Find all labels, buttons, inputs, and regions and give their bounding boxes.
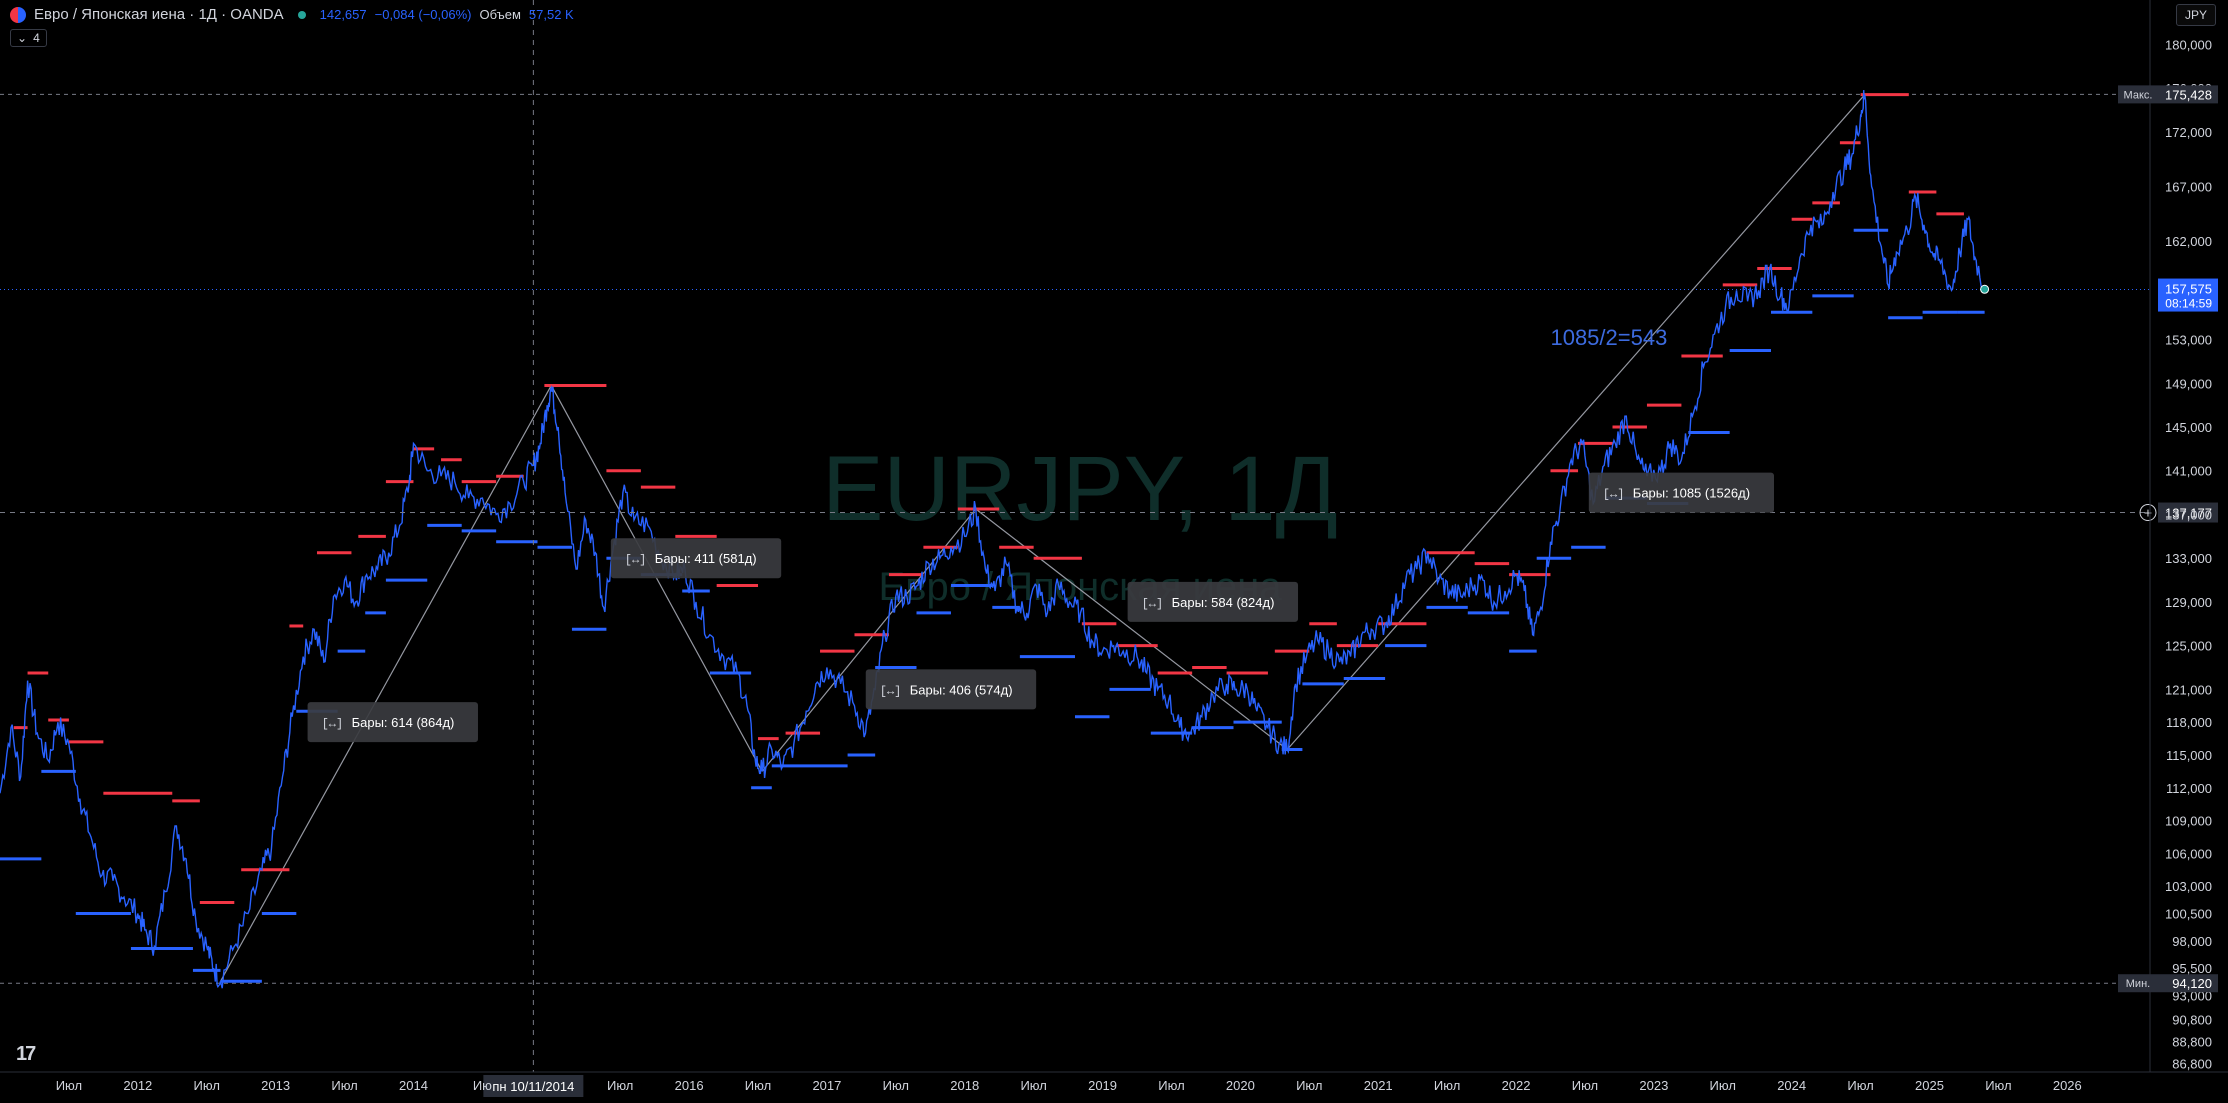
- y-tick-label: 172,000: [2165, 125, 2212, 140]
- x-tick-label: 2016: [675, 1078, 704, 1093]
- y-tick-label: 115,000: [2166, 748, 2212, 763]
- x-tick-label: 2021: [1364, 1078, 1393, 1093]
- measure-icon: [↔]: [322, 717, 344, 731]
- x-tick-label: Июл: [331, 1078, 357, 1093]
- measure-icon: [↔]: [1603, 488, 1625, 502]
- x-tick-label: 2020: [1226, 1078, 1255, 1093]
- x-tick-label: 2017: [812, 1078, 841, 1093]
- flag-icon: [10, 6, 26, 23]
- last-point-dot: [1980, 284, 1990, 294]
- last-price: 142,657: [319, 7, 367, 22]
- y-tick-label: 180,000: [2165, 37, 2212, 52]
- measure-label: Бары: 1085 (1526д): [1633, 486, 1750, 501]
- min-value-label: 94,120: [2172, 976, 2212, 991]
- x-tick-label: 2022: [1502, 1078, 1531, 1093]
- y-tick-label: 98,000: [2172, 934, 2212, 949]
- y-tick-label: 95,500: [2172, 961, 2212, 976]
- min-tag-label: Мин.: [2126, 978, 2150, 990]
- measure-icon: [↔]: [1142, 597, 1164, 611]
- y-tick-label: 133,000: [2165, 551, 2212, 566]
- symbol-header: Евро / Японская иена · 1Д · OANDA 142,65…: [10, 6, 574, 23]
- x-tick-label: 2013: [261, 1078, 290, 1093]
- volume-label: Объем: [479, 7, 521, 22]
- measure-label: Бары: 411 (581д): [655, 551, 757, 566]
- measure-label: Бары: 406 (574д): [910, 682, 1013, 697]
- volume-value: 57,52 K: [528, 7, 574, 22]
- x-tick-label: Июл: [607, 1078, 633, 1093]
- x-tick-label: Июл: [1296, 1078, 1322, 1093]
- x-tick-label: Июл: [745, 1078, 771, 1093]
- y-tick-label: 145,000: [2165, 420, 2212, 435]
- x-tick-label: 2026: [2053, 1078, 2082, 1093]
- y-tick-label: 162,000: [2165, 234, 2212, 249]
- max-value-label: 175,428: [2165, 87, 2212, 102]
- x-tick-label: Июл: [883, 1078, 909, 1093]
- y-tick-label: 112,000: [2166, 781, 2212, 796]
- x-tick-label: 2023: [1639, 1078, 1668, 1093]
- y-tick-label: 103,000: [2165, 879, 2212, 894]
- y-tick-label: 137,000: [2165, 507, 2212, 522]
- y-tick-label: 86,800: [2172, 1056, 2212, 1071]
- y-tick-label: 125,000: [2165, 639, 2212, 654]
- y-tick-label: 100,500: [2165, 906, 2212, 921]
- y-tick-label: 90,800: [2172, 1013, 2212, 1028]
- x-tick-label: Июл: [1020, 1078, 1046, 1093]
- x-tick-label: 2014: [399, 1078, 428, 1093]
- y-tick-label: 141,000: [2165, 464, 2212, 479]
- measure-icon: [↔]: [880, 684, 902, 698]
- y-tick-label: 129,000: [2165, 595, 2212, 610]
- x-tick-label: Июл: [1710, 1078, 1736, 1093]
- max-tag-label: Макс.: [2124, 89, 2153, 101]
- x-tick-label: Июл: [1158, 1078, 1184, 1093]
- y-tick-label: 153,000: [2165, 333, 2212, 348]
- x-tick-label: Июл: [1434, 1078, 1460, 1093]
- x-tick-label: Июл: [56, 1078, 82, 1093]
- x-tick-label: Июл: [1985, 1078, 2011, 1093]
- x-tick-label: Июл: [1847, 1078, 1873, 1093]
- x-tick-label: Июл: [1572, 1078, 1598, 1093]
- y-tick-label: 121,000: [2165, 682, 2212, 697]
- countdown-tag: 08:14:59: [2165, 297, 2212, 311]
- market-status-icon: [297, 10, 306, 19]
- crosshair-x-label: пн 10/11/2014: [492, 1079, 574, 1094]
- measure-label: Бары: 614 (864д): [352, 715, 455, 730]
- indicators-count: 4: [33, 31, 40, 45]
- x-tick-label: Июл: [194, 1078, 220, 1093]
- y-tick-label: 109,000: [2165, 814, 2212, 829]
- measure-icon: [↔]: [625, 553, 647, 567]
- currency-button[interactable]: JPY: [2175, 4, 2216, 26]
- annotation-text[interactable]: 1085/2=543: [1550, 325, 1667, 350]
- chevron-down-icon: ⌄: [17, 31, 28, 45]
- x-tick-label: 2019: [1088, 1078, 1117, 1093]
- y-tick-label: 88,800: [2172, 1034, 2212, 1049]
- plus-icon: +: [2144, 505, 2152, 521]
- x-tick-label: 2024: [1777, 1078, 1806, 1093]
- y-tick-label: 106,000: [2165, 846, 2212, 861]
- x-tick-label: 2025: [1915, 1078, 1944, 1093]
- x-tick-label: Ию: [473, 1078, 492, 1093]
- indicators-toggle[interactable]: ⌄ 4: [10, 29, 47, 47]
- tradingview-logo-icon: 17: [16, 1043, 36, 1065]
- measure-label: Бары: 584 (824д): [1172, 595, 1275, 610]
- symbol-title[interactable]: Евро / Японская иена · 1Д · OANDA: [34, 6, 284, 23]
- x-tick-label: 2018: [950, 1078, 979, 1093]
- x-tick-label: 2012: [123, 1078, 152, 1093]
- y-tick-label: 167,000: [2165, 180, 2212, 195]
- price-chart[interactable]: EURJPY, 1ДЕвро / Японская иена пн 10/11/…: [0, 0, 2228, 1103]
- last-price-tag: 157,575: [2165, 282, 2212, 297]
- y-tick-label: 118,000: [2166, 715, 2212, 730]
- watermark-ticker: EURJPY, 1Д: [822, 438, 1338, 540]
- y-tick-label: 149,000: [2165, 376, 2212, 391]
- price-change: −0,084 (−0,06%): [374, 7, 472, 22]
